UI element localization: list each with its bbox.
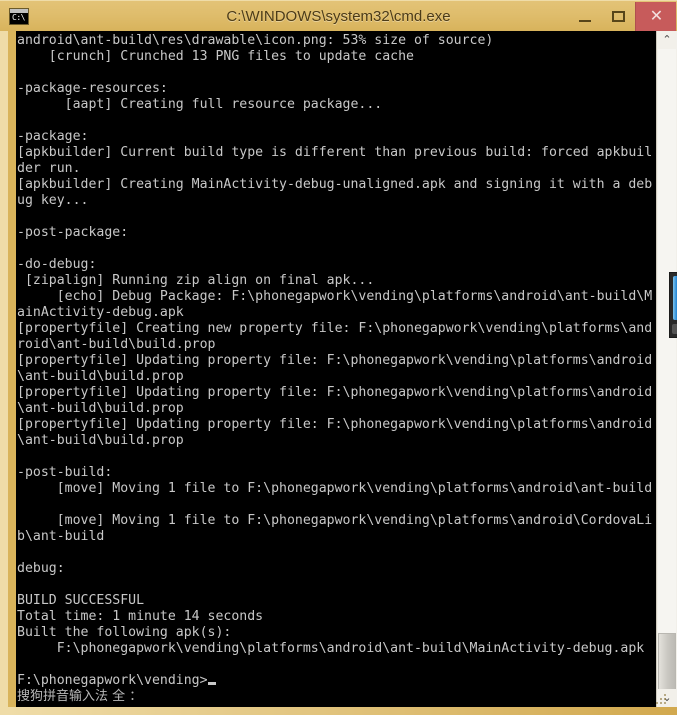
console-line: -package-resources: bbox=[17, 81, 168, 96]
maximize-icon bbox=[612, 11, 625, 22]
console-line: [aapt] Creating full resource package... bbox=[17, 97, 383, 112]
console-line: \ant-build\build.prop bbox=[17, 401, 184, 416]
console-line: Total time: 1 minute 14 seconds bbox=[17, 609, 264, 624]
console-line: debug: bbox=[17, 561, 65, 576]
close-button[interactable]: ✕ bbox=[635, 2, 676, 31]
console-line: [zipalign] Running zip align on final ap… bbox=[17, 273, 375, 288]
background-window-scrollbar bbox=[669, 272, 677, 338]
console-line: \ant-build\build.prop bbox=[17, 369, 184, 384]
console-line: [propertyfile] Updating property file: F… bbox=[17, 353, 653, 368]
console-output-area[interactable]: android\ant-build\res\drawable\icon.png:… bbox=[16, 31, 656, 707]
console-line: [apkbuilder] Creating MainActivity-debug… bbox=[17, 177, 653, 192]
cmd-console-icon: C:\ bbox=[9, 8, 29, 25]
scrollbar-thumb[interactable] bbox=[658, 633, 676, 695]
cmd-window: C:\ C:\WINDOWS\system32\cmd.exe ✕ androi… bbox=[0, 0, 677, 715]
console-line: android\ant-build\res\drawable\icon.png:… bbox=[17, 33, 494, 48]
icon-prompt-text: C:\ bbox=[12, 13, 25, 22]
minimize-icon bbox=[579, 20, 591, 22]
console-line: [move] Moving 1 file to F:\phonegapwork\… bbox=[17, 513, 653, 528]
console-line: [move] Moving 1 file to F:\phonegapwork\… bbox=[17, 481, 653, 496]
console-line: ainActivity-debug.apk bbox=[17, 305, 184, 320]
console-line: Built the following apk(s): bbox=[17, 625, 232, 640]
console-scrollbar[interactable]: ⌃ ⌄ bbox=[656, 31, 677, 707]
console-cursor bbox=[207, 682, 216, 685]
console-line: -package: bbox=[17, 129, 89, 144]
console-line: der run. bbox=[17, 161, 81, 176]
console-line: roid\ant-build\build.prop bbox=[17, 337, 216, 352]
maximize-button[interactable] bbox=[602, 2, 635, 31]
console-line: [propertyfile] Creating new property fil… bbox=[17, 321, 653, 336]
console-line: b\ant-build bbox=[17, 529, 105, 544]
minimize-button[interactable] bbox=[569, 2, 602, 31]
console-line: F:\phonegapwork\vending\platforms\androi… bbox=[17, 641, 645, 656]
background-scrollbar-knob-icon bbox=[672, 324, 677, 334]
console-line: ug key... bbox=[17, 193, 89, 208]
console-prompt: F:\phonegapwork\vending> bbox=[17, 673, 208, 688]
console-line: BUILD SUCCESSFUL bbox=[17, 593, 145, 608]
console-line: -do-debug: bbox=[17, 257, 97, 272]
console-line: [propertyfile] Updating property file: F… bbox=[17, 385, 653, 400]
background-scrollbar-thumb bbox=[673, 276, 677, 320]
scroll-up-arrow-icon[interactable]: ⌃ bbox=[657, 31, 677, 49]
console-line: \ant-build\build.prop bbox=[17, 433, 184, 448]
close-icon: ✕ bbox=[649, 8, 664, 25]
ime-status-bar: 搜狗拼音输入法 全 ： bbox=[17, 689, 143, 704]
console-text: android\ant-build\res\drawable\icon.png:… bbox=[17, 33, 656, 689]
resize-grip-icon[interactable] bbox=[655, 693, 667, 705]
title-bar[interactable]: C:\ C:\WINDOWS\system32\cmd.exe ✕ bbox=[0, 0, 677, 31]
console-line: -post-build: bbox=[17, 465, 113, 480]
console-line: [apkbuilder] Current build type is diffe… bbox=[17, 145, 653, 160]
window-client-area: android\ant-build\res\drawable\icon.png:… bbox=[0, 31, 677, 715]
console-line: -post-package: bbox=[17, 225, 129, 240]
console-line: [crunch] Crunched 13 PNG files to update… bbox=[17, 49, 414, 64]
console-line: [echo] Debug Package: F:\phonegapwork\ve… bbox=[17, 289, 653, 304]
console-line: [propertyfile] Updating property file: F… bbox=[17, 417, 653, 432]
scrollbar-track[interactable] bbox=[658, 49, 676, 633]
